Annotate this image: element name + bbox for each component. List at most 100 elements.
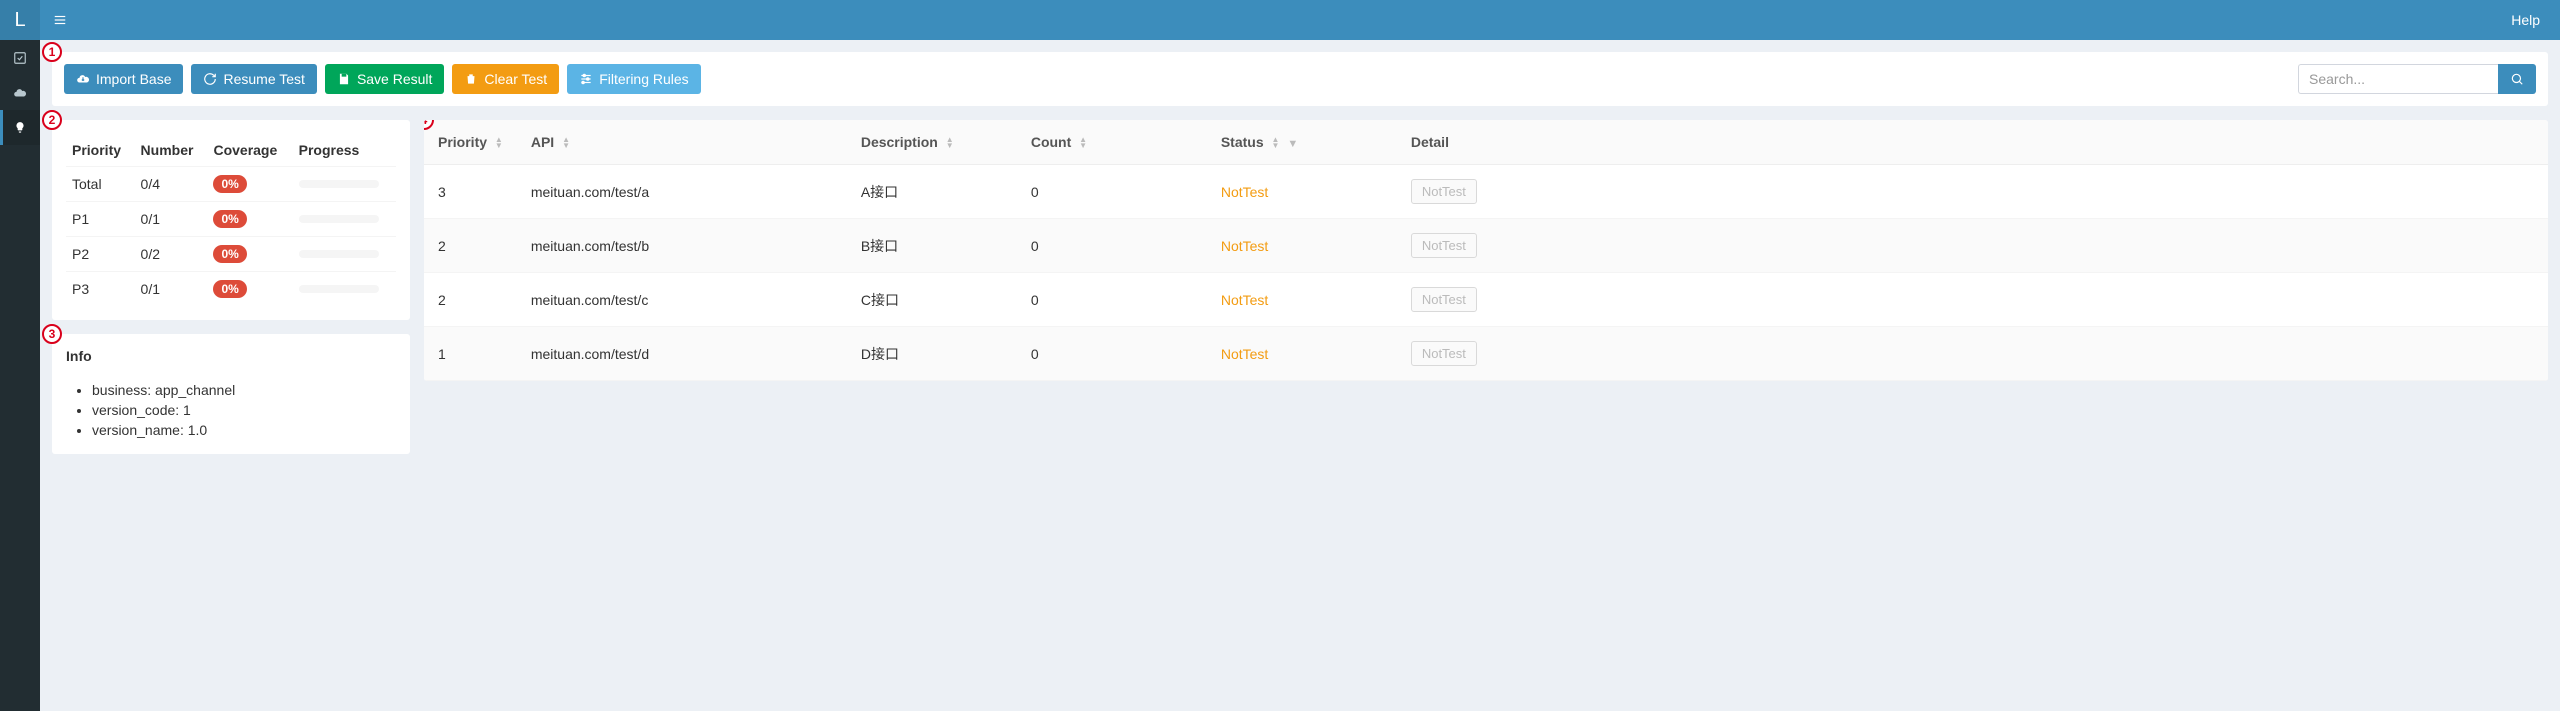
check-square-icon: [13, 51, 27, 65]
summary-cell-number: 0/2: [135, 237, 208, 272]
search-icon: [2510, 72, 2524, 86]
filter-funnel-icon[interactable]: ▼: [1287, 138, 1298, 150]
toolbar-card: 1 Import Base Resume Test Save Result Cl…: [52, 52, 2548, 106]
coverage-badge: 0%: [213, 245, 246, 263]
cell-priority: 3: [424, 165, 517, 219]
cell-count: 0: [1017, 327, 1207, 381]
sidebar: [0, 40, 40, 711]
sort-arrows-icon: ▲▼: [946, 137, 954, 149]
app-logo: L: [0, 0, 40, 40]
summary-card: 2 Priority Number Coverage Progress Tota…: [52, 120, 410, 320]
progress-bar: [299, 215, 379, 223]
summary-header-priority: Priority: [66, 134, 135, 167]
save-result-label: Save Result: [357, 71, 432, 87]
coverage-badge: 0%: [213, 280, 246, 298]
cell-status: NotTest: [1207, 165, 1397, 219]
summary-cell-priority: P1: [66, 202, 135, 237]
trash-icon: [464, 72, 478, 86]
summary-cell-coverage: 0%: [207, 272, 292, 307]
detail-button[interactable]: NotTest: [1411, 341, 1477, 366]
sort-arrows-icon: ▲▼: [495, 137, 503, 149]
info-title: Info: [66, 348, 396, 364]
info-list: business: app_channelversion_code: 1vers…: [66, 380, 396, 440]
summary-cell-number: 0/1: [135, 272, 208, 307]
clear-test-label: Clear Test: [484, 71, 547, 87]
save-result-button[interactable]: Save Result: [325, 64, 444, 94]
detail-button[interactable]: NotTest: [1411, 287, 1477, 312]
search-button[interactable]: [2498, 64, 2536, 94]
filtering-rules-label: Filtering Rules: [599, 71, 688, 87]
annotation-marker-3: 3: [42, 324, 62, 344]
cloud-icon: [13, 86, 27, 100]
table-row: 2meituan.com/test/bB接口0NotTestNotTest: [424, 219, 2548, 273]
sidebar-item-check[interactable]: [0, 40, 40, 75]
summary-row: P10/10%: [66, 202, 396, 237]
sidebar-item-bulb[interactable]: [0, 110, 40, 145]
summary-table: Priority Number Coverage Progress Total0…: [66, 134, 396, 306]
summary-cell-priority: P2: [66, 237, 135, 272]
cell-status: NotTest: [1207, 327, 1397, 381]
summary-cell-progress: [293, 237, 396, 272]
cell-status: NotTest: [1207, 219, 1397, 273]
cell-api: meituan.com/test/d: [517, 327, 847, 381]
cell-description: A接口: [847, 165, 1017, 219]
data-header-priority[interactable]: Priority ▲▼: [424, 120, 517, 165]
cell-detail: NotTest: [1397, 327, 2548, 381]
status-label: NotTest: [1221, 238, 1268, 254]
resume-test-button[interactable]: Resume Test: [191, 64, 316, 94]
menu-toggle-button[interactable]: [40, 0, 80, 40]
summary-cell-number: 0/1: [135, 202, 208, 237]
summary-cell-progress: [293, 202, 396, 237]
cell-api: meituan.com/test/b: [517, 219, 847, 273]
resume-test-label: Resume Test: [223, 71, 304, 87]
summary-cell-priority: Total: [66, 167, 135, 202]
data-header-status[interactable]: Status ▲▼ ▼: [1207, 120, 1397, 165]
filtering-rules-button[interactable]: Filtering Rules: [567, 64, 700, 94]
data-header-count[interactable]: Count ▲▼: [1017, 120, 1207, 165]
topbar-right: Help: [2511, 12, 2560, 28]
annotation-marker-2: 2: [42, 110, 62, 130]
summary-cell-coverage: 0%: [207, 202, 292, 237]
cell-detail: NotTest: [1397, 273, 2548, 327]
data-header-description[interactable]: Description ▲▼: [847, 120, 1017, 165]
sort-arrows-icon: ▲▼: [562, 137, 570, 149]
cell-priority: 1: [424, 327, 517, 381]
progress-bar: [299, 250, 379, 258]
sliders-icon: [579, 72, 593, 86]
cell-detail: NotTest: [1397, 219, 2548, 273]
sort-arrows-icon: ▲▼: [1079, 137, 1087, 149]
detail-button[interactable]: NotTest: [1411, 179, 1477, 204]
table-row: 2meituan.com/test/cC接口0NotTestNotTest: [424, 273, 2548, 327]
save-icon: [337, 72, 351, 86]
summary-header-progress: Progress: [293, 134, 396, 167]
summary-row: P30/10%: [66, 272, 396, 307]
status-label: NotTest: [1221, 346, 1268, 362]
summary-cell-coverage: 0%: [207, 167, 292, 202]
info-list-item: business: app_channel: [92, 380, 396, 400]
progress-bar: [299, 285, 379, 293]
info-list-item: version_code: 1: [92, 400, 396, 420]
cell-description: D接口: [847, 327, 1017, 381]
import-base-button[interactable]: Import Base: [64, 64, 183, 94]
sidebar-item-cloud[interactable]: [0, 75, 40, 110]
download-cloud-icon: [76, 72, 90, 86]
search-input[interactable]: [2298, 64, 2498, 94]
info-list-item: version_name: 1.0: [92, 420, 396, 440]
detail-button[interactable]: NotTest: [1411, 233, 1477, 258]
cell-count: 0: [1017, 219, 1207, 273]
cell-description: C接口: [847, 273, 1017, 327]
data-header-api[interactable]: API ▲▼: [517, 120, 847, 165]
refresh-icon: [203, 72, 217, 86]
summary-row: Total0/40%: [66, 167, 396, 202]
cell-count: 0: [1017, 273, 1207, 327]
table-row: 1meituan.com/test/dD接口0 NotTest NotTest: [424, 327, 2548, 381]
cell-status: NotTest: [1207, 273, 1397, 327]
topbar: L Help: [0, 0, 2560, 40]
cell-count: 0: [1017, 165, 1207, 219]
cell-description: B接口: [847, 219, 1017, 273]
status-label: NotTest: [1221, 292, 1268, 308]
help-link[interactable]: Help: [2511, 12, 2540, 28]
clear-test-button[interactable]: Clear Test: [452, 64, 559, 94]
hamburger-icon: [53, 13, 67, 27]
summary-header-coverage: Coverage: [207, 134, 292, 167]
